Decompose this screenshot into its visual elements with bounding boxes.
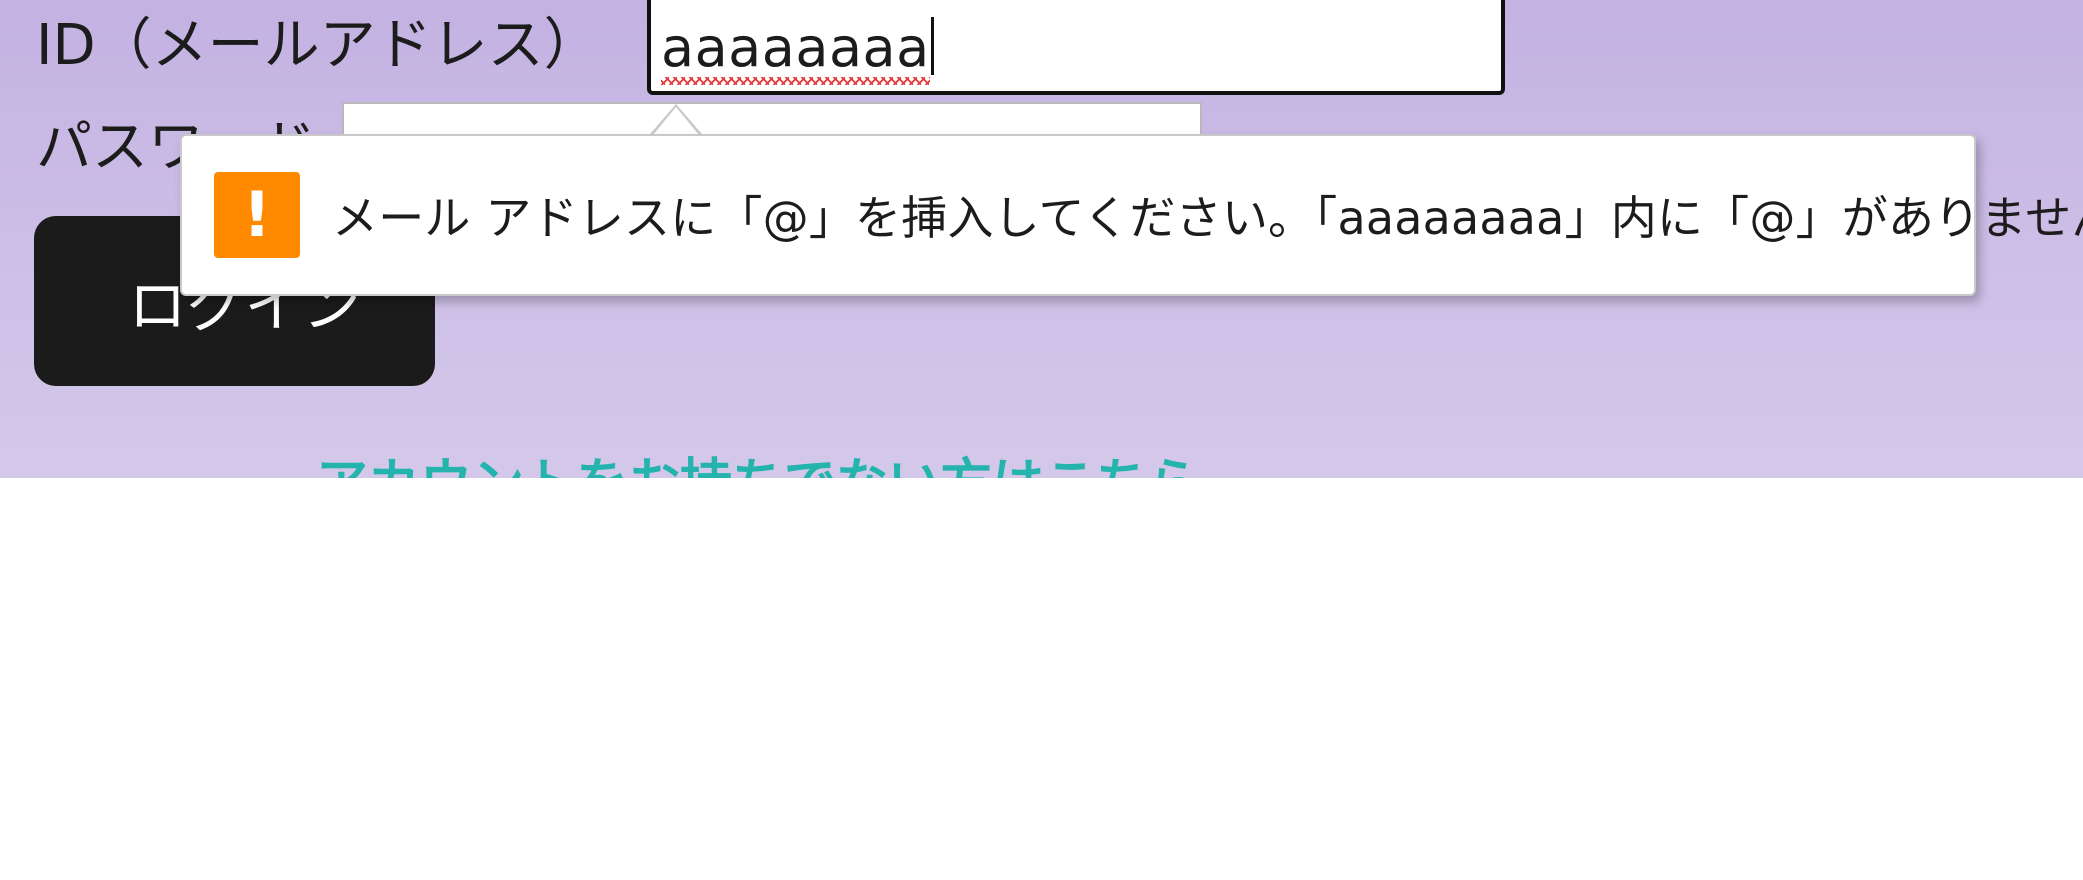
text-caret xyxy=(930,17,934,75)
email-value: aaaaaaaa xyxy=(661,21,930,85)
spellcheck-underline xyxy=(661,77,930,85)
login-form-panel: ID（メールアドレス） aaaaaaaa パスワード ログイン アカウントをお持… xyxy=(0,0,2083,478)
email-field[interactable]: aaaaaaaa xyxy=(647,0,1505,95)
tooltip-arrow-fill xyxy=(653,107,699,135)
id-label: ID（メールアドレス） xyxy=(36,13,600,78)
validation-tooltip: ! メール アドレスに「@」を挿入してください。「aaaaaaaa」内に「@」が… xyxy=(180,134,2083,296)
register-link[interactable]: アカウントをお持ちでない方はこちら xyxy=(316,458,1200,478)
warning-icon: ! xyxy=(214,172,300,258)
validation-message: メール アドレスに「@」を挿入してください。「aaaaaaaa」内に「@」があり… xyxy=(332,191,2083,245)
